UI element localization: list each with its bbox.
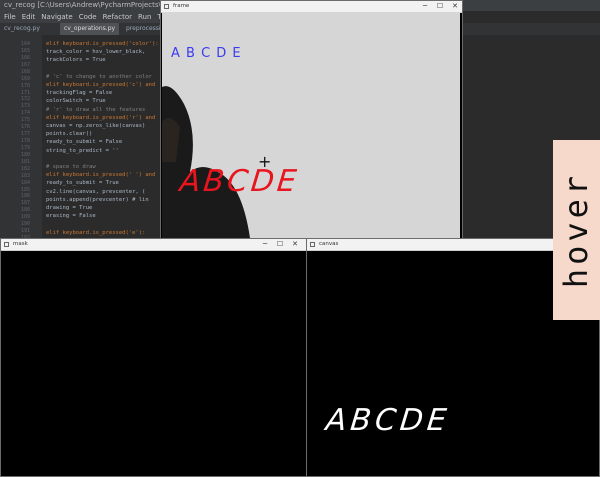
line-number: 167 bbox=[20, 61, 30, 68]
code-line: elif keyboard.is_pressed(' ') and bbox=[46, 172, 156, 179]
close-icon[interactable]: ✕ bbox=[288, 239, 302, 250]
window-app-icon bbox=[4, 242, 9, 247]
line-number: 180 bbox=[20, 151, 30, 158]
code-line: cv2.line(canvas, prevcenter, ( bbox=[46, 188, 146, 195]
code-line: track_color = hsv_lower_black, bbox=[46, 49, 146, 56]
minimize-icon[interactable]: ─ bbox=[258, 239, 272, 250]
line-number: 183 bbox=[20, 172, 30, 179]
code-line: canvas = np.zeros_like(canvas) bbox=[46, 123, 146, 129]
line-number: 185 bbox=[20, 186, 30, 193]
line-number: 188 bbox=[20, 207, 30, 214]
code-line: elif keyboard.is_pressed('e'): bbox=[46, 229, 146, 236]
ide-right-tab-strip bbox=[463, 23, 600, 35]
line-number: 181 bbox=[20, 158, 30, 165]
line-number: 177 bbox=[20, 131, 30, 138]
line-number: 189 bbox=[20, 214, 30, 221]
line-number: 175 bbox=[20, 117, 30, 124]
code-line: drawing = True bbox=[46, 205, 93, 211]
ide-tab-cv-operations[interactable]: cv_operations.py bbox=[60, 23, 120, 35]
code-line: # space to draw bbox=[46, 164, 96, 170]
code-line: trackColors = True bbox=[46, 57, 106, 64]
hover-label: hover bbox=[557, 171, 596, 289]
frame-window[interactable]: frame ─ ☐ ✕ A B C D E ABCDE + bbox=[160, 0, 463, 239]
line-number: 169 bbox=[20, 75, 30, 82]
maximize-icon[interactable]: ☐ bbox=[273, 239, 287, 250]
line-number: 186 bbox=[20, 193, 30, 200]
line-number: 166 bbox=[20, 54, 30, 61]
line-number: 165 bbox=[20, 47, 30, 54]
line-number: 164 bbox=[20, 41, 30, 47]
line-number: 176 bbox=[20, 124, 30, 131]
line-number: 184 bbox=[20, 179, 30, 186]
line-number: 178 bbox=[20, 138, 30, 144]
window-app-icon bbox=[164, 4, 169, 9]
red-drawn-text: ABCDE bbox=[178, 164, 301, 199]
mask-view bbox=[2, 251, 305, 475]
hover-overlay-panel: hover bbox=[553, 140, 600, 320]
line-number: 174 bbox=[20, 110, 30, 117]
code-line: # 'r' to draw all the features bbox=[46, 106, 146, 113]
ide-menu-item[interactable]: Edit bbox=[22, 11, 36, 23]
window-app-icon bbox=[310, 242, 315, 247]
mask-window[interactable]: mask ─ ☐ ✕ bbox=[0, 238, 307, 477]
code-editor[interactable]: elif keyboard.is_pressed('color'): track… bbox=[46, 35, 158, 250]
canvas-window-title: canvas bbox=[319, 241, 339, 247]
ide-menu-item[interactable]: Navigate bbox=[41, 11, 72, 23]
line-number: 173 bbox=[20, 103, 30, 110]
mask-window-titlebar[interactable]: mask ─ ☐ ✕ bbox=[1, 239, 306, 251]
code-line: points.clear() bbox=[46, 131, 93, 138]
close-icon[interactable]: ✕ bbox=[448, 1, 462, 12]
minimize-icon[interactable]: ─ bbox=[418, 1, 432, 12]
ide-menu-item[interactable]: Code bbox=[79, 11, 97, 23]
ide-menu-bar: FileEditNavigateCodeRefactorRunToolsVCS bbox=[0, 11, 195, 23]
line-number: 191 bbox=[20, 228, 30, 235]
line-number: 168 bbox=[20, 68, 30, 75]
ide-menu-item[interactable]: Refactor bbox=[103, 11, 132, 23]
code-line: erasing = False bbox=[46, 213, 96, 220]
ide-project-tab[interactable]: cv_recog.py bbox=[0, 23, 44, 35]
code-line: points.append(prevcenter) # lin bbox=[46, 196, 149, 203]
ide-menu-item[interactable]: File bbox=[4, 11, 16, 23]
crosshair-cursor-icon: + bbox=[258, 152, 272, 171]
line-number: 179 bbox=[20, 144, 30, 151]
code-line: ready_to_submit = True bbox=[46, 180, 119, 187]
code-line: elif keyboard.is_pressed('r') and bbox=[46, 114, 156, 121]
maximize-icon[interactable]: ☐ bbox=[433, 1, 447, 12]
code-line: ready_to_submit = False bbox=[46, 139, 123, 146]
frame-window-title: frame bbox=[173, 3, 190, 9]
code-line: elif keyboard.is_pressed('c') and bbox=[46, 82, 156, 88]
line-number: 182 bbox=[20, 165, 30, 172]
code-line: string_to_predict = '' bbox=[46, 147, 119, 154]
line-number: 187 bbox=[20, 200, 30, 207]
line-number: 170 bbox=[20, 82, 30, 89]
webcam-frame: A B C D E ABCDE + bbox=[162, 12, 460, 238]
canvas-drawn-text: ABCDE bbox=[324, 403, 452, 438]
code-line: # 'c' to change to another color bbox=[46, 73, 152, 80]
line-number: 172 bbox=[20, 96, 30, 103]
code-line: trackingFlag = False bbox=[46, 90, 113, 97]
blue-tracked-text: A B C D E bbox=[171, 46, 242, 61]
code-line: colorSwitch = True bbox=[46, 98, 106, 105]
line-number: 190 bbox=[20, 221, 30, 228]
line-number-gutter: 164 165 166 167 168 169 170 171 172 173 174 175 176 1… bbox=[0, 35, 42, 255]
mask-window-title: mask bbox=[13, 241, 28, 247]
ide-menu-item[interactable]: Run bbox=[138, 11, 151, 23]
code-line: elif keyboard.is_pressed('color'): bbox=[46, 41, 158, 47]
line-number: 171 bbox=[20, 89, 30, 96]
